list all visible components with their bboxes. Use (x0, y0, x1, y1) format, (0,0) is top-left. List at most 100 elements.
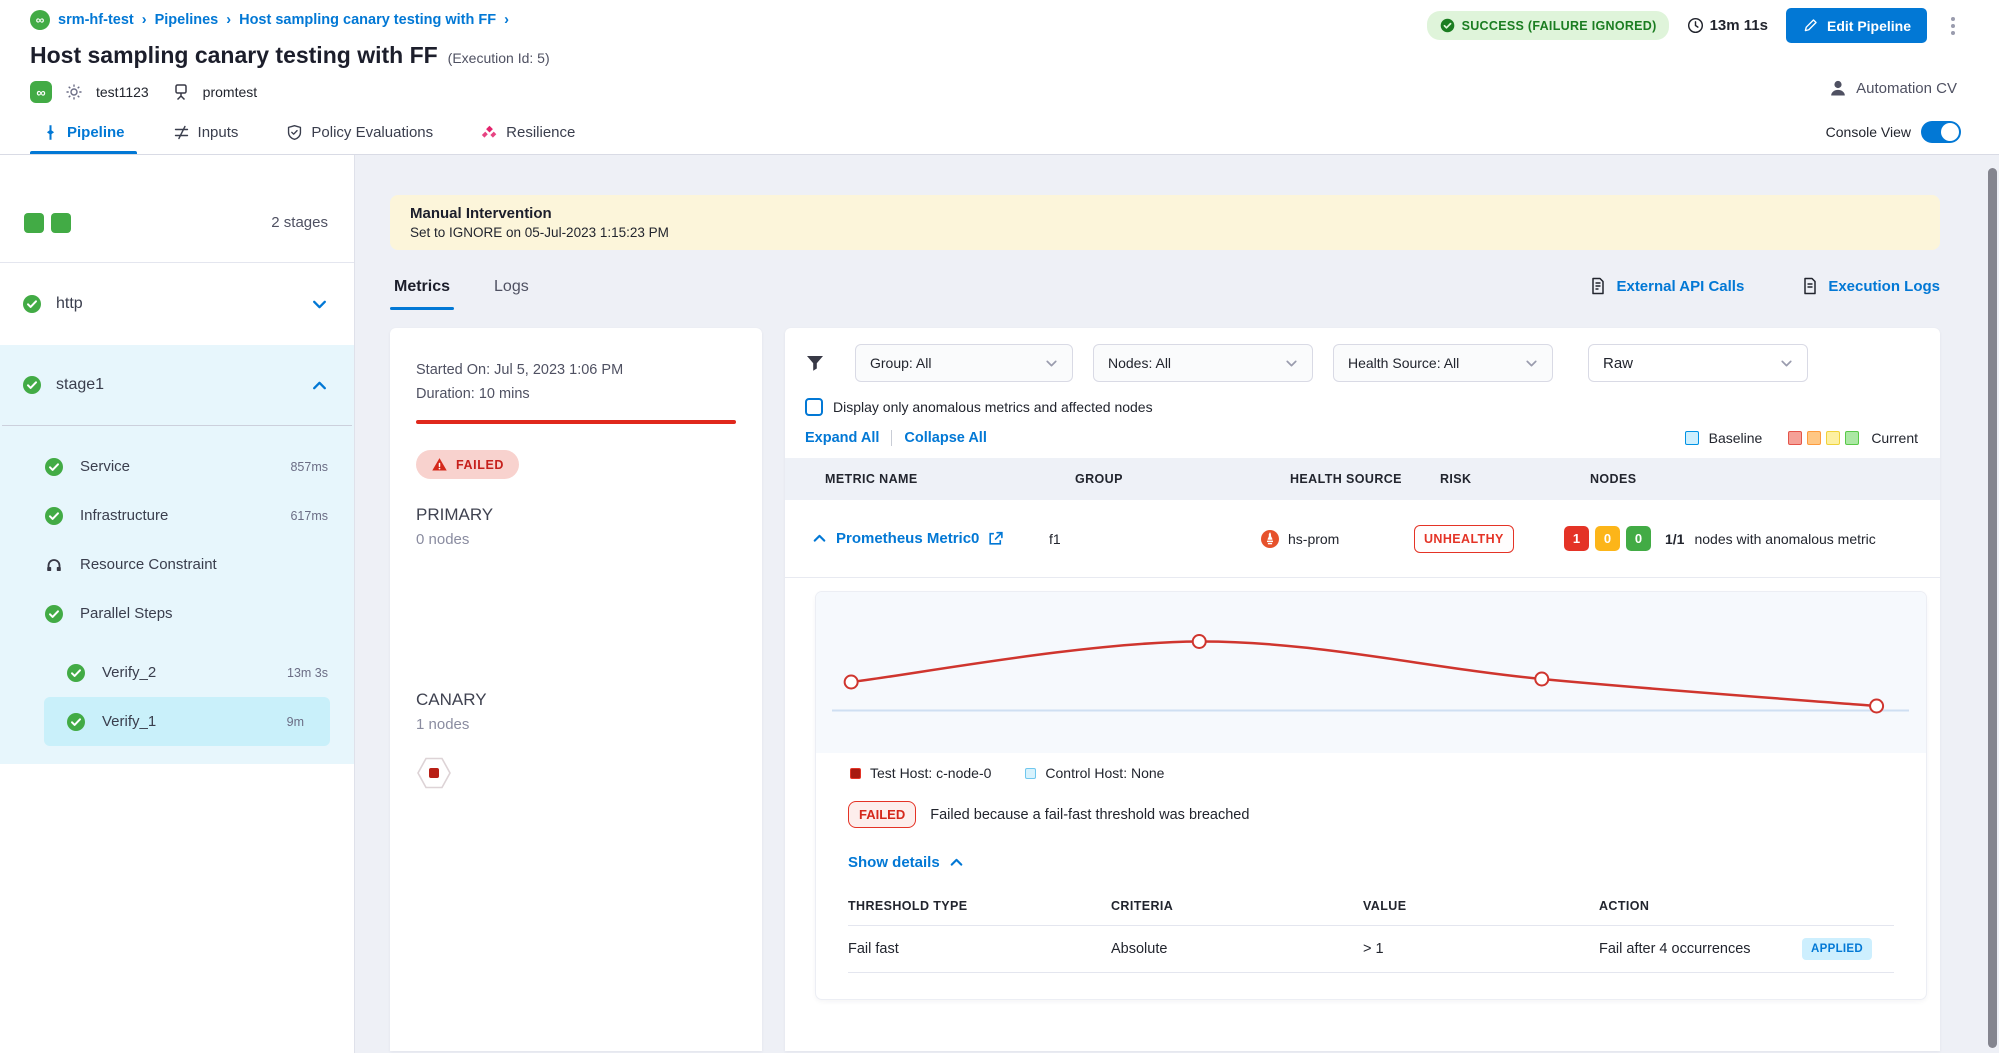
step-duration: 617ms (290, 509, 328, 523)
stage-label: http (56, 295, 83, 313)
view-mode-select[interactable]: Raw (1588, 344, 1808, 382)
inputs-icon (173, 124, 190, 141)
external-link-icon[interactable] (987, 530, 1004, 547)
threshold-table-row: Fail fast Absolute > 1 Fail after 4 occu… (848, 925, 1894, 973)
nodes-filter-select[interactable]: Nodes: All (1093, 344, 1313, 382)
metric-detail-card: Test Host: c-node-0 Control Host: None F… (816, 592, 1926, 999)
group-filter-select[interactable]: Group: All (855, 344, 1073, 382)
duration: Duration: 10 mins (416, 386, 736, 402)
metric-name-link[interactable]: Prometheus Metric0 (836, 530, 979, 547)
tab-logs[interactable]: Logs (490, 278, 533, 310)
breadcrumb-pipeline-name[interactable]: Host sampling canary testing with FF (239, 12, 496, 28)
col-criteria: CRITERIA (1111, 899, 1363, 913)
stage-square-icon[interactable] (51, 213, 71, 233)
control-host-legend-item: Control Host: None (1025, 765, 1164, 781)
chart-data-point[interactable] (1193, 635, 1206, 648)
collapse-all-link[interactable]: Collapse All (904, 430, 986, 446)
execution-logs-link[interactable]: Execution Logs (1800, 276, 1940, 296)
resilience-icon (481, 124, 498, 141)
chevron-down-icon (1523, 355, 1540, 372)
tab-resilience-label: Resilience (506, 124, 575, 141)
vertical-scrollbar-thumb[interactable] (1988, 168, 1997, 1048)
expand-all-link[interactable]: Expand All (805, 430, 879, 446)
collapse-row-chevron-icon[interactable] (811, 530, 828, 547)
api-document-icon (1588, 276, 1608, 296)
user-name: Automation CV (1856, 80, 1957, 97)
chart-data-point[interactable] (845, 676, 858, 689)
filter-funnel-icon[interactable] (805, 353, 825, 373)
chevron-right-icon: › (226, 12, 231, 28)
test-host-swatch (850, 768, 861, 779)
check-circle-icon (1439, 17, 1456, 34)
col-risk: RISK (1440, 472, 1590, 486)
execution-id: (Execution Id: 5) (448, 50, 550, 66)
manual-intervention-banner: Manual Intervention Set to IGNORE on 05-… (390, 195, 1940, 250)
step-label: Infrastructure (80, 507, 168, 524)
metric-line-chart[interactable] (818, 598, 1923, 748)
applied-badge: APPLIED (1802, 938, 1872, 960)
sidebar-step-parallel-steps[interactable]: Parallel Steps (0, 589, 354, 638)
chevron-down-icon (1778, 355, 1795, 372)
breadcrumb-pipelines[interactable]: Pipelines (155, 12, 219, 28)
anomalous-checkbox[interactable] (805, 398, 823, 416)
step-duration: 857ms (290, 460, 328, 474)
chevron-right-icon: › (504, 12, 509, 28)
elapsed-time-label: 13m 11s (1710, 17, 1768, 34)
edit-pipeline-button[interactable]: Edit Pipeline (1786, 8, 1927, 43)
breadcrumb-project[interactable]: srm-hf-test (58, 12, 134, 28)
started-on: Started On: Jul 5, 2023 1:06 PM (416, 362, 736, 378)
metric-chart-panel (816, 592, 1926, 753)
sidebar-stage-http[interactable]: http (0, 263, 354, 345)
environment-name[interactable]: promtest (203, 84, 257, 100)
chart-data-point[interactable] (1870, 700, 1883, 713)
show-details-link[interactable]: Show details (816, 828, 1926, 875)
current-yellow-swatch (1826, 431, 1840, 445)
sidebar-step-resource-constraint[interactable]: Resource Constraint (0, 540, 354, 589)
console-view-toggle[interactable] (1921, 121, 1961, 143)
tab-inputs[interactable]: Inputs (173, 110, 239, 154)
pencil-icon (1802, 17, 1819, 34)
service-name[interactable]: test1123 (96, 84, 149, 100)
sidebar-step-infrastructure[interactable]: Infrastructure 617ms (0, 491, 354, 540)
chevron-down-icon[interactable] (311, 296, 328, 313)
tab-policy-evaluations-label: Policy Evaluations (311, 124, 433, 141)
banner-title: Manual Intervention (410, 205, 1920, 222)
node-count-yellow-badge: 0 (1595, 526, 1620, 551)
chevron-down-icon (1283, 355, 1300, 372)
metrics-filters: Group: All Nodes: All Health Source: All (785, 344, 1940, 382)
sidebar-step-verify-1[interactable]: Verify_1 9m (44, 697, 330, 746)
verification-status-label: FAILED (456, 458, 504, 472)
risk-badge: UNHEALTHY (1414, 525, 1514, 553)
expand-collapse-row: Expand All Collapse All Baseline (785, 416, 1940, 458)
host-legend: Test Host: c-node-0 Control Host: None (816, 753, 1926, 791)
sidebar-step-service[interactable]: Service 857ms (0, 442, 354, 491)
tab-metrics[interactable]: Metrics (390, 278, 454, 310)
tab-policy-evaluations[interactable]: Policy Evaluations (286, 110, 433, 154)
detail-tabs: Metrics Logs External API Calls Executio… (390, 264, 1940, 310)
step-label: Parallel Steps (80, 605, 173, 622)
anomalous-filter-row: Display only anomalous metrics and affec… (785, 382, 1940, 416)
baseline-label: Baseline (1709, 430, 1763, 446)
step-details-main: Manual Intervention Set to IGNORE on 05-… (355, 155, 1999, 1053)
sidebar-step-verify-2[interactable]: Verify_2 13m 3s (0, 648, 354, 697)
health-source-filter-value: Health Source: All (1348, 355, 1459, 371)
tab-pipeline[interactable]: Pipeline (42, 110, 125, 154)
col-metric-name: METRIC NAME (825, 472, 1075, 486)
external-api-calls-link[interactable]: External API Calls (1588, 276, 1744, 296)
page-header: ∞ srm-hf-test › Pipelines › Host samplin… (0, 0, 1999, 110)
more-options-button[interactable] (1945, 13, 1961, 39)
sidebar-stage-stage1[interactable]: stage1 (0, 345, 354, 425)
health-source-filter-select[interactable]: Health Source: All (1333, 344, 1553, 382)
verification-progress-bar (416, 420, 736, 424)
health-source-name: hs-prom (1288, 531, 1339, 547)
chevron-up-icon[interactable] (311, 377, 328, 394)
clock-icon (1687, 17, 1704, 34)
current-red-swatch (1788, 431, 1802, 445)
stage-square-icon[interactable] (24, 213, 44, 233)
user-chip: Automation CV (1828, 78, 1957, 98)
canary-node-hexagon[interactable] (416, 757, 452, 789)
edit-pipeline-label: Edit Pipeline (1827, 18, 1911, 34)
chart-data-point[interactable] (1535, 673, 1548, 686)
tab-resilience[interactable]: Resilience (481, 110, 575, 154)
shield-check-icon (286, 124, 303, 141)
